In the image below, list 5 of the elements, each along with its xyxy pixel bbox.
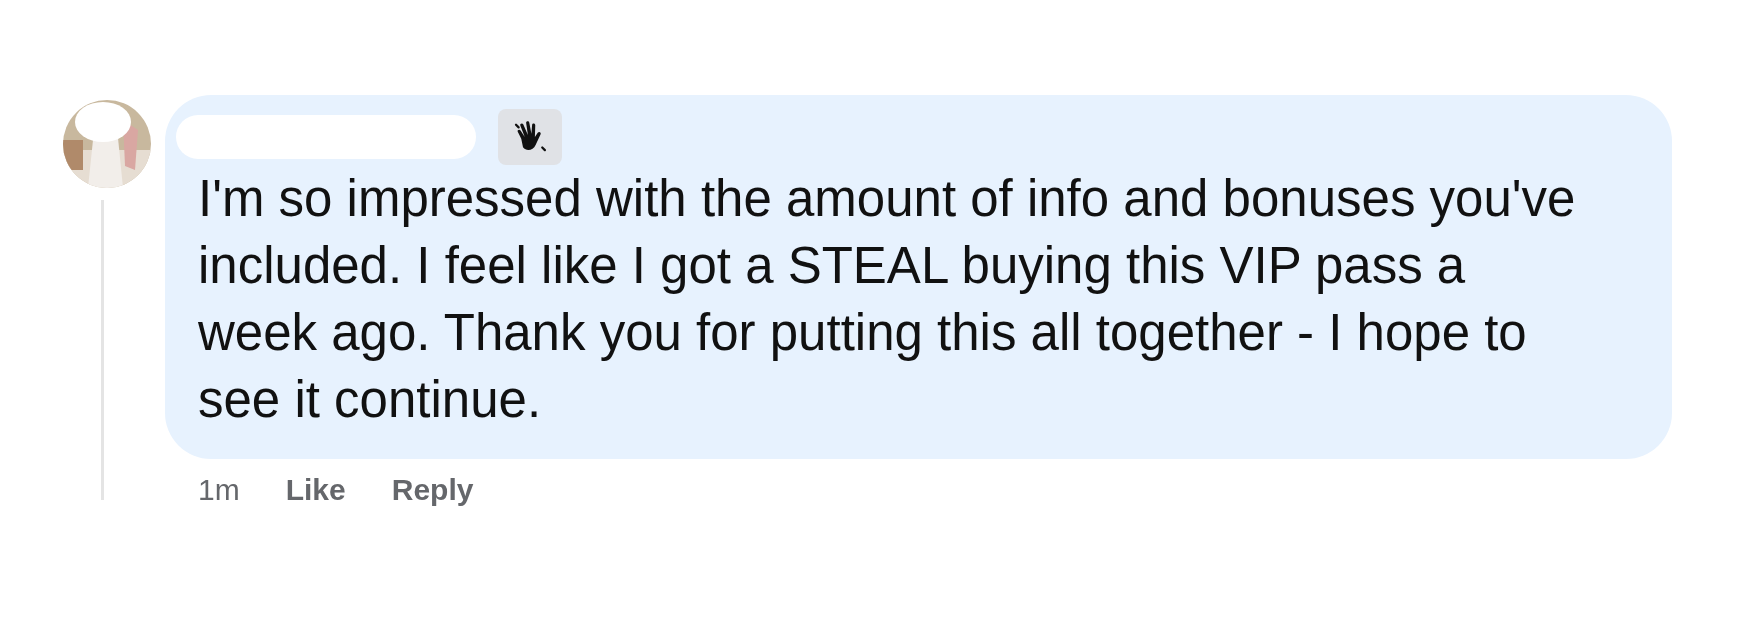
comment-time: 1m <box>198 473 240 507</box>
reply-link[interactable]: Reply <box>391 473 474 507</box>
like-link[interactable]: Like <box>285 473 346 507</box>
comment-text: I'm so impressed with the amount of info and bonuses you've included. I feel like I got a STEAL buying this VIP pass a week ago. Thank you for putting this all together - I hope to see it continue. <box>198 169 1577 430</box>
waving-hand-icon <box>498 109 562 165</box>
